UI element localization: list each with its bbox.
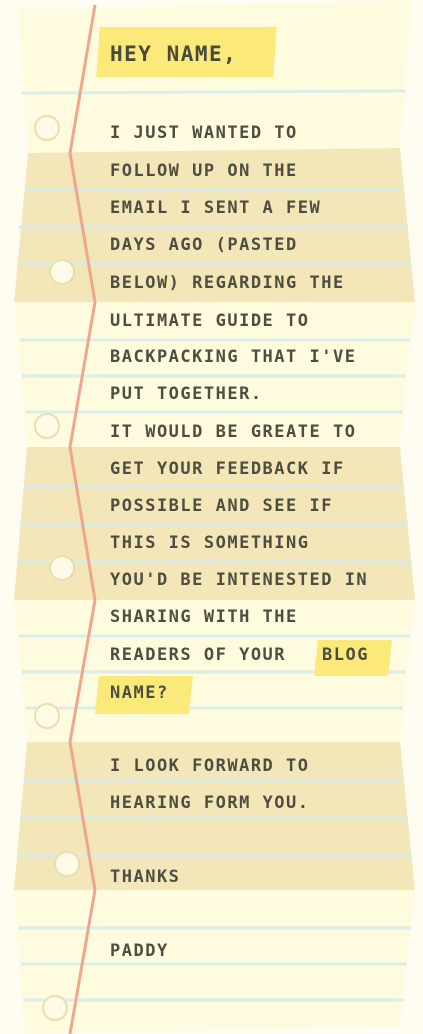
body-line: FOLLOW UP ON THE	[110, 161, 298, 181]
body-line: BACKPACKING THAT I'VE	[110, 347, 357, 367]
punch-hole	[34, 115, 60, 141]
punch-hole	[42, 995, 68, 1021]
punch-hole	[49, 259, 75, 285]
folded-note: HEY NAME, I JUST WANTED TO FOLLOW UP ON …	[0, 0, 423, 1034]
body-line: ULTIMATE GUIDE TO	[110, 311, 310, 331]
paper-background	[14, 0, 415, 1034]
greeting: HEY NAME,	[110, 42, 238, 66]
body-line: POSSIBLE AND SEE IF	[110, 496, 333, 516]
name-highlight-text: NAME?	[110, 683, 169, 703]
body-line: THIS IS SOMETHING	[110, 533, 310, 553]
closing-line: I LOOK FORWARD TO	[110, 756, 310, 776]
punch-hole	[49, 555, 75, 581]
body-line: DAYS AGO (PASTED	[110, 235, 298, 255]
body-line: I JUST WANTED TO	[110, 123, 298, 143]
body-line: IT WOULD BE GREATE TO	[110, 422, 357, 442]
signature: PADDY	[110, 941, 169, 961]
body-line: BELOW) REGARDING THE	[110, 273, 345, 293]
body-line: GET YOUR FEEDBACK IF	[110, 459, 345, 479]
punch-hole	[54, 851, 80, 877]
punch-hole	[34, 413, 60, 439]
punch-hole	[34, 703, 60, 729]
body-line: PUT TOGETHER.	[110, 384, 263, 404]
body-line: EMAIL I SENT A FEW	[110, 198, 322, 218]
body-line: YOU'D BE INTENESTED IN	[110, 570, 369, 590]
closing-line: HEARING FORM YOU.	[110, 793, 310, 813]
thanks-text: THANKS	[110, 867, 181, 887]
body-line: SHARING WITH THE	[110, 607, 298, 627]
blog-highlight-text: BLOG	[322, 645, 369, 665]
body-line: READERS OF YOUR	[110, 645, 287, 665]
